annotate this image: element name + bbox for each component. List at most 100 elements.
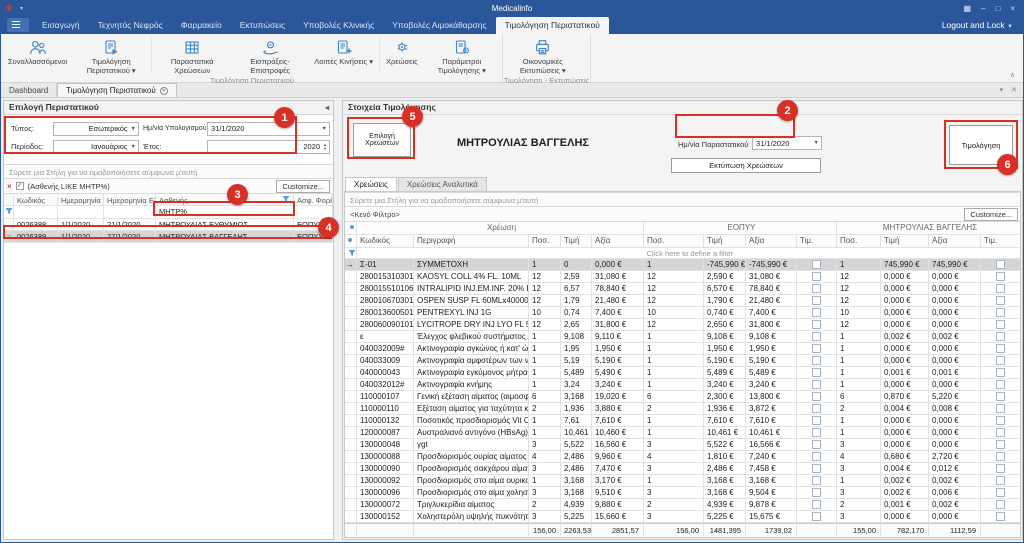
checkbox-unchecked[interactable] <box>812 332 821 341</box>
document-tab-1[interactable]: Dashboard <box>1 84 57 97</box>
remove-filter-icon[interactable]: × <box>7 182 12 191</box>
filter-cell[interactable] <box>58 206 104 219</box>
filter-funnel-icon[interactable] <box>345 248 357 259</box>
period-combo[interactable]: Ιανουάριος▼ <box>53 140 139 154</box>
charge-row-14[interactable]: 110000132Ποσοτικός προσδιορισμός Vit C σ… <box>345 415 1020 427</box>
checkbox-unchecked[interactable] <box>812 344 821 353</box>
menu-tab-4[interactable]: Εκτυπώσεις <box>231 17 294 34</box>
column-header-11[interactable]: Τιμή <box>881 235 929 248</box>
column-header-1[interactable]: Κωδικός <box>357 235 414 248</box>
band-header-3[interactable]: ΜΗΤΡΟΥΛΙΑΣ ΒΑΓΓΕΛΗΣ <box>837 222 1020 235</box>
tab-list-arrow-icon[interactable]: ▾ <box>1000 86 1004 94</box>
charge-row-6[interactable]: 2800600901015LYCITROPE DRY INJ LYO FL 50… <box>345 319 1020 331</box>
customize-filter-button[interactable]: Customize... <box>964 208 1018 221</box>
patient-row-1[interactable]: 00263881/1/202021/1/2020ΜΗΤΡΟΥΛΙΑΣ ΕΥΘΥΜ… <box>4 219 333 231</box>
charges-tab-1[interactable]: Χρεώσεις <box>345 177 397 191</box>
column-header-6[interactable]: Ποσ. <box>644 235 704 248</box>
checkbox-unchecked[interactable] <box>812 392 821 401</box>
filter-funnel-icon[interactable] <box>4 206 14 219</box>
define-filter-hint[interactable]: Click here to define a filter <box>357 248 1020 259</box>
charge-row-15[interactable]: 120000087Αυστραλιανό αντιγόνο (HBsAg)110… <box>345 427 1020 439</box>
checkbox-unchecked[interactable] <box>996 512 1005 521</box>
checkbox-unchecked[interactable] <box>996 392 1005 401</box>
document-tab-2[interactable]: Τιμολόγηση Περιστατικού✕ <box>57 83 177 97</box>
charge-row-1[interactable]: →Σ-01ΣΥΜΜΕΤΟΧΗ100,000 €1-745,990 €-745,9… <box>345 259 1020 271</box>
filter-cell[interactable] <box>14 206 58 219</box>
column-header-2[interactable]: Ημερομηνία Εισ <box>58 194 104 206</box>
charge-row-12[interactable]: 110000107Γενική εξέταση αίματος (αιμοσφα… <box>345 391 1020 403</box>
checkbox-unchecked[interactable] <box>812 440 821 449</box>
checkbox-unchecked[interactable] <box>812 500 821 509</box>
checkbox-unchecked[interactable] <box>996 500 1005 509</box>
menu-tab-1[interactable]: Εισαγωγή <box>33 17 89 34</box>
checkbox-unchecked[interactable] <box>812 284 821 293</box>
menu-tab-7[interactable]: Τιμολόγηση Περιστατικού <box>496 17 609 34</box>
charge-row-8[interactable]: 040032009#Ακτινογραφία αγκώνος ή κατ' ώμ… <box>345 343 1020 355</box>
empty-filter-text[interactable]: <Κενό Φίλτρο> <box>350 210 400 219</box>
checkbox-unchecked[interactable] <box>996 464 1005 473</box>
checkbox-unchecked[interactable] <box>996 296 1005 305</box>
column-header-7[interactable]: Τιμή <box>704 235 746 248</box>
checkbox-unchecked[interactable] <box>996 272 1005 281</box>
ribbon-button-params[interactable]: Παράμετροι Τιμολόγησης ▾ <box>423 34 501 75</box>
ribbon-button-print[interactable]: Οικονομικές Εκτυπώσεις ▾ <box>504 34 582 75</box>
column-header-2[interactable]: Περιγραφή <box>414 235 529 248</box>
checkbox-unchecked[interactable] <box>996 356 1005 365</box>
checkbox-unchecked[interactable] <box>812 512 821 521</box>
checkbox-unchecked[interactable] <box>996 344 1005 353</box>
checkbox-unchecked[interactable] <box>812 452 821 461</box>
charges-tab-2[interactable]: Χρεώσεις Αναλυτικά <box>398 177 487 191</box>
checkbox-unchecked[interactable] <box>996 416 1005 425</box>
minimize-icon[interactable]: – <box>981 4 985 13</box>
close-tab-icon[interactable]: ✕ <box>160 87 168 95</box>
column-header-5[interactable]: Ασφ. Φορέας <box>294 194 333 206</box>
ribbon-button-charges[interactable]: Χρεώσεις <box>381 34 423 75</box>
charge-row-9[interactable]: 040033009Ακτινογραφία αμφοτέρων των νεφρ… <box>345 355 1020 367</box>
select-charges-button[interactable]: Επιλογή Χρεώσεων <box>353 123 411 157</box>
collapse-ribbon-icon[interactable]: ∧ <box>1010 71 1015 79</box>
checkbox-unchecked[interactable] <box>996 320 1005 329</box>
checkbox-unchecked[interactable] <box>996 452 1005 461</box>
checkbox-unchecked[interactable] <box>812 356 821 365</box>
checkbox-unchecked[interactable] <box>812 476 821 485</box>
charge-row-10[interactable]: 040000043Ακτινογραφία εγκύμονος μήτρας15… <box>345 367 1020 379</box>
menu-tab-6[interactable]: Υποβολές Αιμοκάθαρσης <box>383 17 495 34</box>
checkbox-unchecked[interactable] <box>812 320 821 329</box>
checkbox-unchecked[interactable] <box>812 416 821 425</box>
charge-row-11[interactable]: 040032012#Ακτινογραφία κνήμης13,243,240 … <box>345 379 1020 391</box>
checkbox-unchecked[interactable] <box>996 380 1005 389</box>
column-header-10[interactable]: Ποσ. <box>837 235 881 248</box>
charge-row-13[interactable]: 110000110Εξέταση αίματος για ταχύτητα κα… <box>345 403 1020 415</box>
menu-tab-2[interactable]: Τεχνητός Νεφρός <box>89 17 172 34</box>
print-charges-button[interactable]: Εκτύπωση Χρεώσεων <box>671 158 821 173</box>
checkbox-unchecked[interactable] <box>812 404 821 413</box>
charge-row-21[interactable]: 130000072Τριγλυκερίδια αίματος24,9399,88… <box>345 499 1020 511</box>
checkbox-unchecked[interactable] <box>996 332 1005 341</box>
checkbox-unchecked[interactable] <box>996 476 1005 485</box>
close-icon[interactable]: × <box>1010 4 1015 13</box>
column-header-1[interactable]: Κωδικός <box>14 194 58 206</box>
charge-row-5[interactable]: 2800136005010PENTREXYL INJ 1G100,747,400… <box>345 307 1020 319</box>
band-header-2[interactable]: ΕΟΠΥΥ <box>644 222 837 235</box>
checkbox-unchecked[interactable] <box>812 296 821 305</box>
application-menu-icon[interactable] <box>7 18 29 32</box>
checkbox-unchecked[interactable] <box>996 404 1005 413</box>
filter-funnel-icon[interactable] <box>282 195 290 205</box>
band-header-1[interactable]: Χρέωση <box>357 222 644 235</box>
ribbon-button-people[interactable]: Συναλλασσόμενοι <box>3 34 72 75</box>
checkbox-unchecked[interactable] <box>812 260 821 269</box>
checkbox-unchecked[interactable] <box>812 488 821 497</box>
column-header-3[interactable]: Ποσ. <box>529 235 561 248</box>
filter-cell[interactable] <box>104 206 156 219</box>
ribbon-options-icon[interactable]: ▦ <box>963 4 971 13</box>
checkbox-unchecked[interactable] <box>812 368 821 377</box>
checkbox-unchecked[interactable] <box>996 488 1005 497</box>
collapse-panel-icon[interactable]: ◂ <box>325 101 329 114</box>
charge-row-4[interactable]: 2800106703014OSPEN SUSP FL 60MLx400000UN… <box>345 295 1020 307</box>
ribbon-button-receipts[interactable]: Εισπράξεις-Επιστροφές <box>231 34 309 75</box>
year-spinner[interactable]: 2020▲▼ <box>207 140 330 154</box>
charge-row-3[interactable]: 2800155101069INTRALIPID INJ.EM.INF. 20% … <box>345 283 1020 295</box>
column-header-4[interactable]: Τιμή <box>561 235 592 248</box>
charge-row-20[interactable]: 130000096Προσδιορισμός στο αίμα χοληστερ… <box>345 487 1020 499</box>
charge-row-7[interactable]: εΈλεγχος φλεβικού συστήματος κάτω άκρων … <box>345 331 1020 343</box>
